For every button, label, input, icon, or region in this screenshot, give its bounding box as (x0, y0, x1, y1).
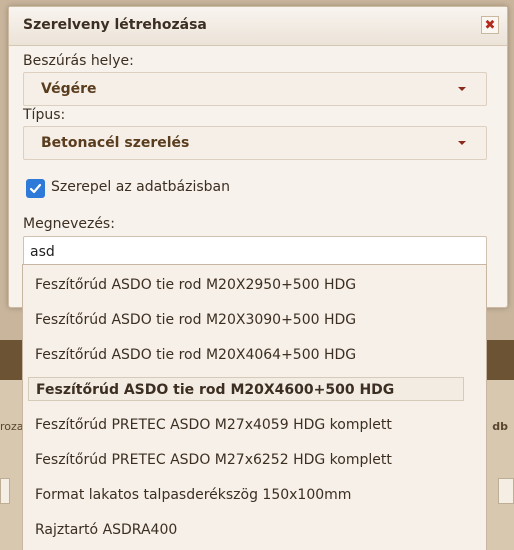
close-icon: ✖ (484, 17, 496, 33)
dialog-titlebar[interactable]: Szerelveny létrehozása ✖ (9, 7, 507, 46)
in-database-checkbox[interactable] (26, 179, 45, 198)
autocomplete-item[interactable]: Feszítőrúd PRETEC ASDO M27x6252 HDG komp… (28, 448, 464, 472)
background-field (498, 478, 514, 504)
autocomplete-list: Feszítőrúd ASDO tie rod M20X2950+500 HDG… (22, 264, 487, 550)
name-input[interactable] (23, 236, 487, 267)
create-assembly-dialog: Szerelveny létrehozása ✖ Beszúrás helye:… (8, 6, 508, 308)
autocomplete-item[interactable]: Rajztartó ASDRA400 (28, 518, 464, 542)
background-text-fragment: db (492, 420, 508, 433)
close-button[interactable]: ✖ (481, 16, 499, 34)
type-select[interactable]: Betonacél szerelés (23, 126, 487, 160)
autocomplete-item[interactable]: Feszítőrúd ASDO tie rod M20X3090+500 HDG (28, 308, 464, 332)
insert-position-value: Végére (41, 81, 97, 97)
chevron-down-icon (458, 141, 466, 145)
in-database-label[interactable]: Szerepel az adatbázisban (51, 179, 230, 195)
background-text-fragment: rozat (0, 420, 28, 433)
dialog-title: Szerelveny létrehozása (23, 17, 207, 33)
autocomplete-item[interactable]: Feszítőrúd ASDO tie rod M20X2950+500 HDG (28, 273, 464, 297)
name-label: Megnevezés: (23, 216, 115, 232)
insert-position-select[interactable]: Végére (23, 72, 487, 106)
autocomplete-item[interactable]: Feszítőrúd PRETEC ASDO M27x4059 HDG komp… (28, 413, 464, 437)
autocomplete-item[interactable]: Format lakatos talpasderékszög 150x100mm (28, 483, 464, 507)
insert-position-label: Beszúrás helye: (23, 53, 134, 69)
type-value: Betonacél szerelés (41, 135, 190, 151)
autocomplete-item[interactable]: Feszítőrúd ASDO tie rod M20X4064+500 HDG (28, 343, 464, 367)
autocomplete-item-active[interactable]: Feszítőrúd ASDO tie rod M20X4600+500 HDG (28, 377, 464, 401)
check-icon (29, 183, 42, 194)
type-label: Típus: (23, 107, 66, 123)
chevron-down-icon (458, 87, 466, 91)
background-field (0, 478, 10, 504)
